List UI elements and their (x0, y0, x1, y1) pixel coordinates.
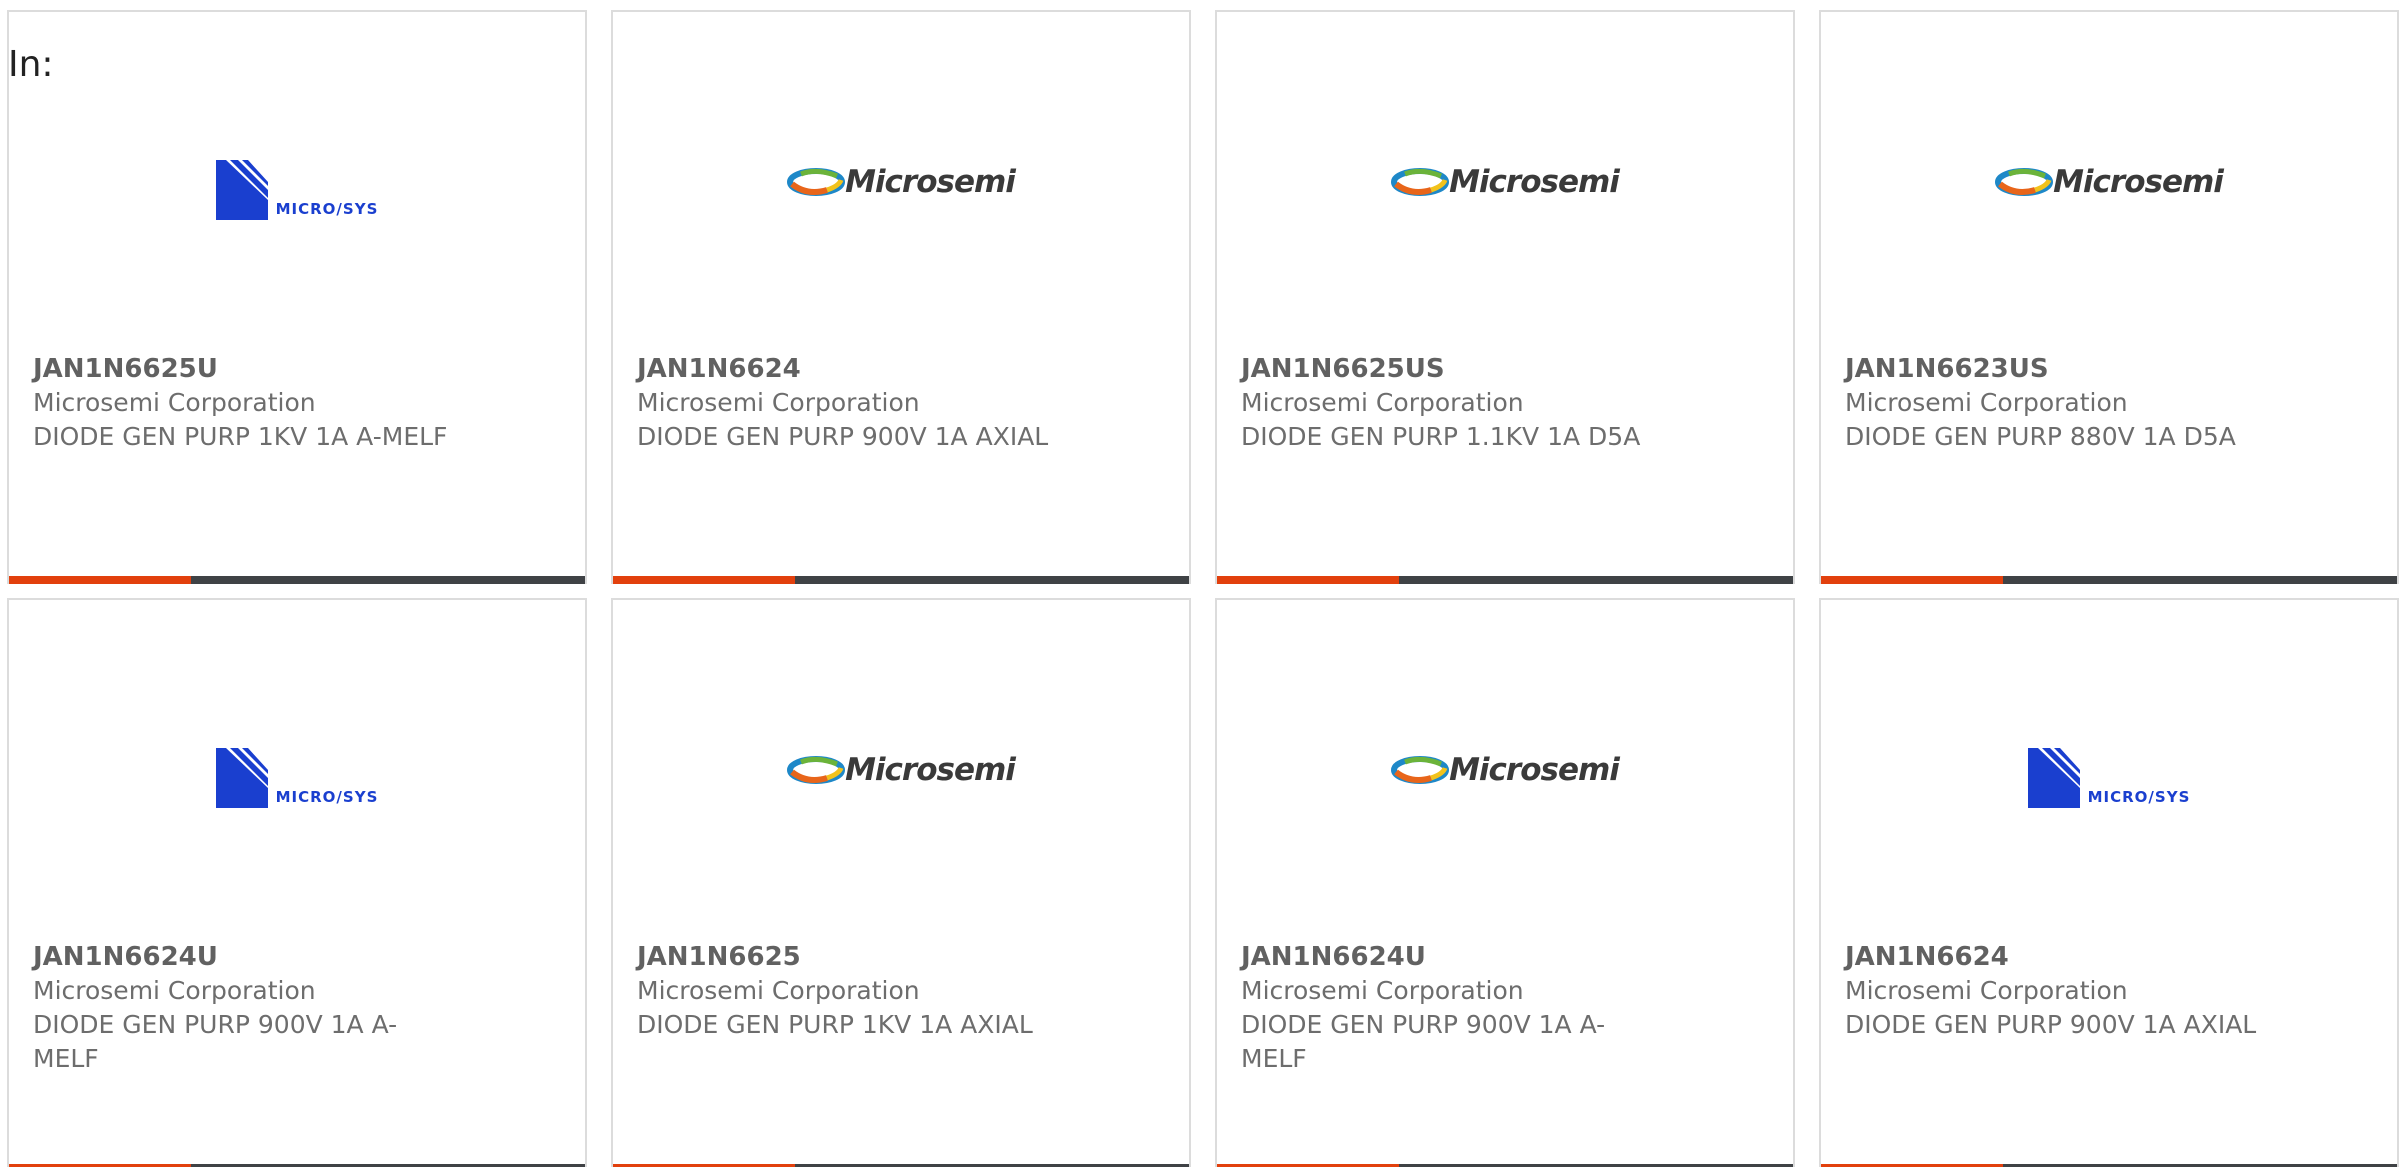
product-description: DIODE GEN PURP 1KV 1A AXIAL (637, 1010, 1033, 1039)
microsemi-logo-text: Microsemi (2053, 164, 2224, 200)
product-card[interactable]: MICRO/SYS JAN1N6625U Microsemi Corporati… (7, 10, 587, 584)
product-info: JAN1N6623US Microsemi Corporation DIODE … (1845, 352, 2265, 454)
microsemi-swirl-icon (787, 168, 846, 196)
manufacturer-logo: Microsemi (1217, 142, 1793, 222)
microsemi-swirl-icon (787, 756, 846, 784)
product-info: JAN1N6624 Microsemi Corporation DIODE GE… (637, 352, 1057, 454)
part-number[interactable]: JAN1N6625U (33, 352, 453, 386)
manufacturer-name: Microsemi Corporation (637, 388, 920, 417)
manufacturer-name: Microsemi Corporation (1241, 976, 1524, 1005)
card-bottom-bar (9, 576, 585, 584)
product-description: DIODE GEN PURP 900V 1A A-MELF (1241, 1010, 1606, 1073)
manufacturer-logo: MICRO/SYS (1821, 740, 2397, 820)
product-card[interactable]: MICRO/SYS JAN1N6624 Microsemi Corporatio… (1819, 598, 2399, 1167)
manufacturer-logo: Microsemi (613, 730, 1189, 810)
card-accent-bar (9, 576, 191, 584)
card-accent-bar (1821, 576, 2003, 584)
manufacturer-name: Microsemi Corporation (1241, 388, 1524, 417)
part-number[interactable]: JAN1N6624 (637, 352, 1057, 386)
card-bottom-bar (1217, 576, 1793, 584)
product-card[interactable]: Microsemi JAN1N6624 Microsemi Corporatio… (611, 10, 1191, 584)
product-card[interactable]: Microsemi JAN1N6624U Microsemi Corporati… (1215, 598, 1795, 1167)
manufacturer-logo: Microsemi (613, 142, 1189, 222)
microsemi-swirl-icon (1391, 168, 1450, 196)
product-description: DIODE GEN PURP 900V 1A A-MELF (33, 1010, 398, 1073)
manufacturer-logo: MICRO/SYS (9, 740, 585, 820)
part-number[interactable]: JAN1N6624U (1241, 940, 1661, 974)
card-bottom-bar (1821, 576, 2397, 584)
part-number[interactable]: JAN1N6624U (33, 940, 453, 974)
microsys-logo-text: MICRO/SYS (2087, 788, 2191, 806)
product-card[interactable]: MICRO/SYS JAN1N6624U Microsemi Corporati… (7, 598, 587, 1167)
part-number[interactable]: JAN1N6625 (637, 940, 1057, 974)
microsemi-logo-text: Microsemi (1449, 752, 1620, 788)
product-description: DIODE GEN PURP 900V 1A AXIAL (1845, 1010, 2257, 1039)
microsemi-logo-text: Microsemi (845, 164, 1016, 200)
microsemi-swirl-icon (1995, 168, 2054, 196)
product-card[interactable]: Microsemi JAN1N6625US Microsemi Corporat… (1215, 10, 1795, 584)
product-grid-page: In: MICRO/SYS JAN1N6625U Microsemi Corpo… (0, 0, 2400, 1167)
product-card[interactable]: Microsemi JAN1N6625 Microsemi Corporatio… (611, 598, 1191, 1167)
card-accent-bar (1217, 576, 1399, 584)
manufacturer-logo: Microsemi (1217, 730, 1793, 810)
product-card-grid: MICRO/SYS JAN1N6625U Microsemi Corporati… (7, 10, 2399, 1167)
part-number[interactable]: JAN1N6623US (1845, 352, 2265, 386)
product-description: DIODE GEN PURP 900V 1A AXIAL (637, 422, 1049, 451)
card-accent-bar (613, 576, 795, 584)
manufacturer-logo: Microsemi (1821, 142, 2397, 222)
product-info: JAN1N6625 Microsemi Corporation DIODE GE… (637, 940, 1057, 1042)
microsys-logo-text: MICRO/SYS (275, 200, 379, 218)
manufacturer-name: Microsemi Corporation (1845, 976, 2128, 1005)
product-card[interactable]: Microsemi JAN1N6623US Microsemi Corporat… (1819, 10, 2399, 584)
product-info: JAN1N6624 Microsemi Corporation DIODE GE… (1845, 940, 2265, 1042)
manufacturer-name: Microsemi Corporation (637, 976, 920, 1005)
microsemi-logo-text: Microsemi (1449, 164, 1620, 200)
microsemi-logo-text: Microsemi (845, 752, 1016, 788)
product-info: JAN1N6625U Microsemi Corporation DIODE G… (33, 352, 453, 454)
microsemi-swirl-icon (1391, 756, 1450, 784)
product-description: DIODE GEN PURP 880V 1A D5A (1845, 422, 2236, 451)
product-description: DIODE GEN PURP 1KV 1A A-MELF (33, 422, 448, 451)
manufacturer-logo: MICRO/SYS (9, 152, 585, 232)
manufacturer-name: Microsemi Corporation (33, 388, 316, 417)
part-number[interactable]: JAN1N6624 (1845, 940, 2265, 974)
product-description: DIODE GEN PURP 1.1KV 1A D5A (1241, 422, 1641, 451)
product-info: JAN1N6624U Microsemi Corporation DIODE G… (33, 940, 453, 1076)
card-bottom-bar (613, 576, 1189, 584)
product-info: JAN1N6624U Microsemi Corporation DIODE G… (1241, 940, 1661, 1076)
manufacturer-name: Microsemi Corporation (33, 976, 316, 1005)
microsys-logo-text: MICRO/SYS (275, 788, 379, 806)
part-number[interactable]: JAN1N6625US (1241, 352, 1661, 386)
in-label: In: (8, 44, 54, 85)
product-info: JAN1N6625US Microsemi Corporation DIODE … (1241, 352, 1661, 454)
manufacturer-name: Microsemi Corporation (1845, 388, 2128, 417)
